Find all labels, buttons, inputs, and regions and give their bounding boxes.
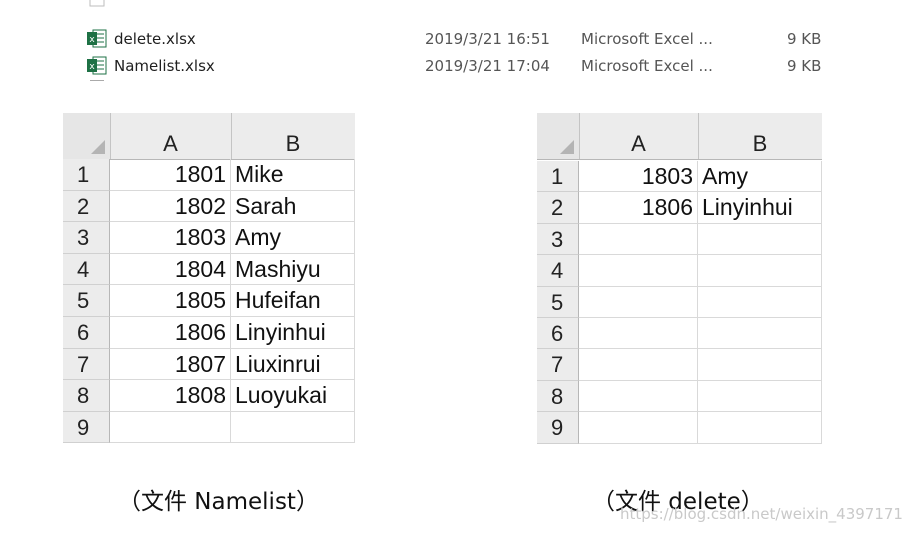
row-header[interactable]: 3 xyxy=(537,223,579,256)
select-all-icon xyxy=(560,140,574,154)
row-header[interactable]: 5 xyxy=(537,286,579,318)
cell-b[interactable]: Sarah xyxy=(231,190,355,223)
cell-b[interactable] xyxy=(698,286,822,318)
excel-file-icon: x xyxy=(87,29,107,48)
file-name[interactable]: delete.xlsx xyxy=(114,30,196,48)
cell-b[interactable] xyxy=(698,255,822,287)
cell-a[interactable] xyxy=(579,412,698,444)
file-row-partial[interactable] xyxy=(0,0,904,10)
sheet-namelist: A B 1 1801 Mike 2 1802 Sarah 3 1803 Amy 4 1804 Mashiy… xyxy=(63,113,355,447)
cell-a[interactable]: 1801 xyxy=(110,159,231,191)
file-list: x delete.xlsx 2019/3/21 16:51 Microsoft … xyxy=(0,0,904,90)
cell-b[interactable] xyxy=(698,412,822,444)
cell-a[interactable]: 1802 xyxy=(110,190,231,223)
row-header[interactable]: 7 xyxy=(63,348,110,381)
watermark: https://blog.csdn.net/weixin_43971710 xyxy=(620,505,904,523)
row-header[interactable]: 2 xyxy=(537,192,579,224)
column-header-b[interactable]: B xyxy=(231,113,355,159)
row-header[interactable]: 7 xyxy=(537,349,579,381)
cell-a[interactable]: 1807 xyxy=(110,348,231,381)
file-name[interactable]: Namelist.xlsx xyxy=(114,57,215,75)
cell-a[interactable]: 1806 xyxy=(110,317,231,349)
row-header[interactable]: 1 xyxy=(63,159,110,191)
svg-text:x: x xyxy=(89,35,95,45)
cell-a[interactable] xyxy=(579,255,698,287)
svg-text:x: x xyxy=(89,62,95,72)
file-type: Microsoft Excel ... xyxy=(581,57,713,75)
divider xyxy=(90,80,104,85)
cell-b[interactable] xyxy=(231,411,355,444)
row-header[interactable]: 6 xyxy=(537,318,579,350)
cell-a[interactable] xyxy=(110,411,231,444)
cell-b[interactable] xyxy=(698,380,822,413)
cell-b[interactable]: Luoyukai xyxy=(231,380,355,412)
row-header[interactable]: 1 xyxy=(537,161,579,193)
cell-a[interactable]: 1803 xyxy=(110,222,231,254)
cell-a[interactable] xyxy=(579,349,698,381)
file-icon xyxy=(87,0,107,7)
cell-b[interactable]: Amy xyxy=(231,222,355,254)
excel-file-icon: x xyxy=(87,56,107,75)
row-header[interactable]: 4 xyxy=(537,255,579,287)
file-date: 2019/3/21 16:51 xyxy=(425,30,550,48)
cell-a[interactable]: 1803 xyxy=(579,161,698,193)
cell-a[interactable] xyxy=(579,318,698,350)
cell-b[interactable] xyxy=(698,318,822,350)
cell-b[interactable]: Amy xyxy=(698,161,822,193)
select-all-corner[interactable] xyxy=(63,113,111,159)
cell-a[interactable]: 1808 xyxy=(110,380,231,412)
cell-a[interactable]: 1805 xyxy=(110,285,231,317)
file-row-namelist[interactable]: x Namelist.xlsx 2019/3/21 17:04 Microsof… xyxy=(0,54,904,78)
row-header[interactable]: 6 xyxy=(63,317,110,349)
cell-a[interactable]: 1804 xyxy=(110,253,231,286)
cell-a[interactable] xyxy=(579,380,698,413)
column-header-a[interactable]: A xyxy=(579,113,699,159)
column-header-b[interactable]: B xyxy=(698,113,822,159)
cell-a[interactable] xyxy=(579,223,698,256)
row-header[interactable]: 5 xyxy=(63,285,110,317)
row-header[interactable]: 8 xyxy=(537,380,579,413)
cell-b[interactable]: Linyinhui xyxy=(698,192,822,224)
file-size: 9 KB xyxy=(787,57,822,75)
cell-a[interactable] xyxy=(579,286,698,318)
cell-b[interactable]: Mashiyu xyxy=(231,253,355,286)
cell-b[interactable]: Liuxinrui xyxy=(231,348,355,381)
column-header-a[interactable]: A xyxy=(110,113,232,159)
row-header[interactable]: 9 xyxy=(63,411,110,444)
cell-b[interactable]: Hufeifan xyxy=(231,285,355,317)
cell-b[interactable] xyxy=(698,223,822,256)
file-date: 2019/3/21 17:04 xyxy=(425,57,550,75)
cell-b[interactable] xyxy=(698,349,822,381)
row-header[interactable]: 9 xyxy=(537,412,579,444)
select-all-icon xyxy=(91,140,105,154)
sheet-delete: A B 1 1803 Amy 2 1806 Linyinhui 3 4 5 6 7 8 9 xyxy=(537,113,822,447)
caption-namelist: （文件 Namelist） xyxy=(118,489,319,515)
file-size: 9 KB xyxy=(787,30,822,48)
row-header[interactable]: 4 xyxy=(63,253,110,286)
cell-b[interactable]: Linyinhui xyxy=(231,317,355,349)
row-header[interactable]: 2 xyxy=(63,190,110,223)
cell-a[interactable]: 1806 xyxy=(579,192,698,224)
file-type: Microsoft Excel ... xyxy=(581,30,713,48)
cell-b[interactable]: Mike xyxy=(231,159,355,191)
select-all-corner[interactable] xyxy=(537,113,580,159)
row-header[interactable]: 8 xyxy=(63,380,110,412)
row-header[interactable]: 3 xyxy=(63,222,110,254)
file-row-delete[interactable]: x delete.xlsx 2019/3/21 16:51 Microsoft … xyxy=(0,27,904,51)
